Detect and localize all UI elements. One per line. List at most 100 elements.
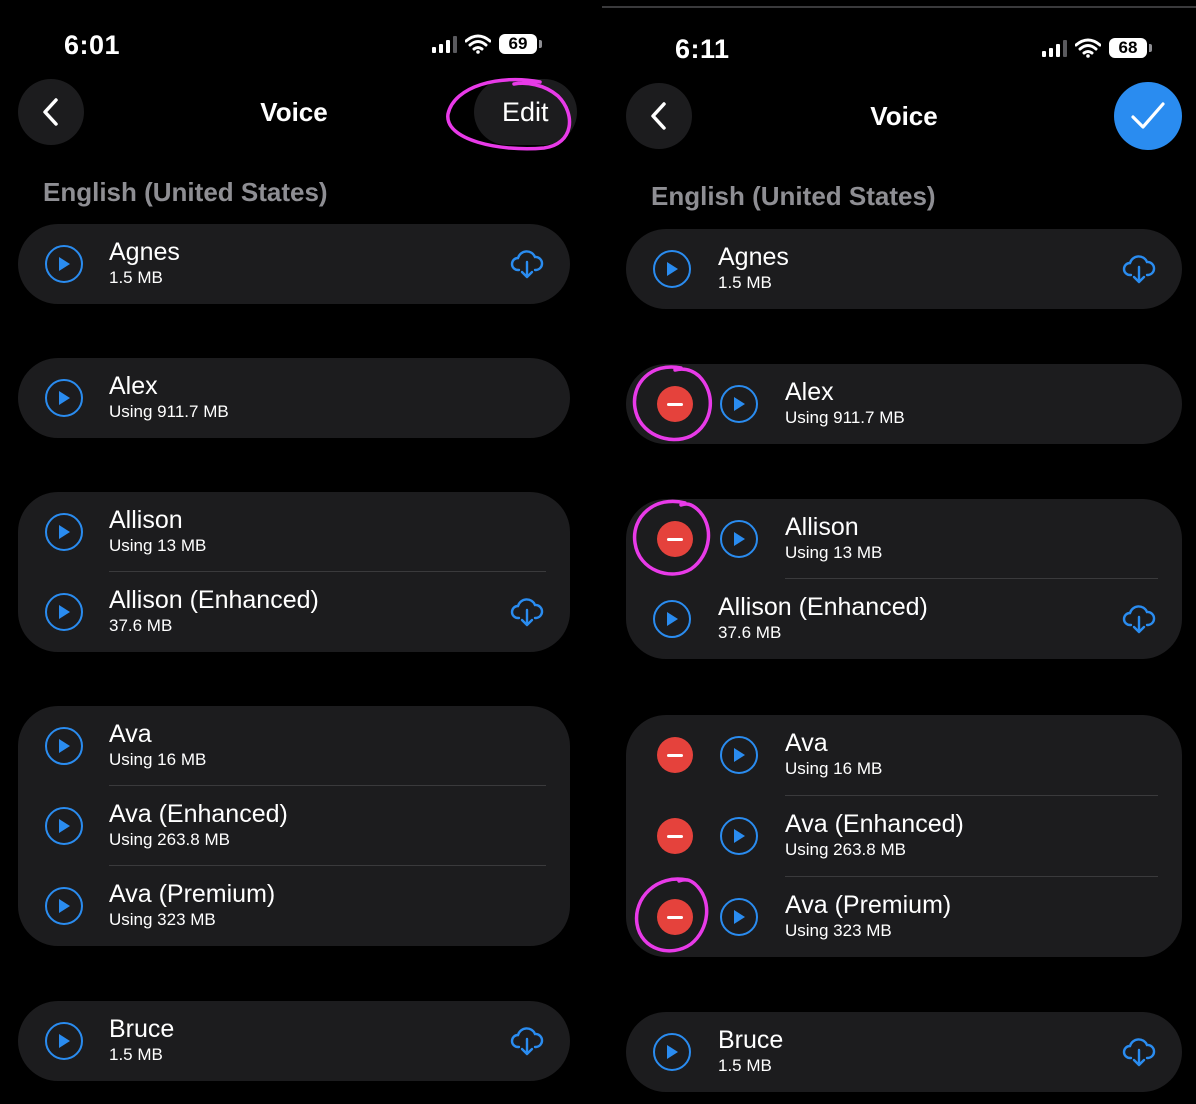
voice-size: Using 13 MB (785, 543, 883, 562)
voice-size: Using 263.8 MB (785, 840, 906, 859)
voice-group: Agnes 1.5 MB (18, 224, 570, 304)
voice-row-alex[interactable]: Alex Using 911.7 MB (626, 364, 1182, 444)
voice-group: Alex Using 911.7 MB (626, 364, 1182, 444)
status-time: 6:11 (675, 34, 730, 64)
chevron-left-icon (651, 102, 666, 130)
cloud-download-icon[interactable] (1122, 1034, 1156, 1068)
play-icon[interactable] (45, 513, 83, 551)
voice-size: 37.6 MB (718, 623, 782, 642)
voice-size: Using 13 MB (109, 536, 207, 555)
delete-button[interactable] (657, 521, 693, 557)
voice-size: Using 263.8 MB (109, 830, 230, 849)
voice-screen-normal: 6:01 69 Voice Edit English (United State… (0, 0, 592, 1104)
voice-group: Allison Using 13 MB Allison (Enhanced) 3… (18, 492, 570, 652)
play-icon[interactable] (45, 727, 83, 765)
back-button[interactable] (18, 79, 84, 145)
voice-name: Alex (109, 372, 158, 400)
battery-icon: 69 (499, 34, 542, 54)
voice-size: 1.5 MB (718, 273, 772, 292)
play-icon[interactable] (720, 520, 758, 558)
status-icons: 68 (1042, 38, 1152, 58)
edit-button[interactable]: Edit (474, 79, 577, 145)
page-title: Voice (870, 101, 938, 131)
play-icon[interactable] (653, 250, 691, 288)
delete-button[interactable] (657, 818, 693, 854)
voice-group: Ava Using 16 MB Ava (Enhanced) Using 263… (18, 706, 570, 946)
voice-name: Ava (109, 720, 152, 748)
delete-button[interactable] (657, 899, 693, 935)
play-icon[interactable] (45, 379, 83, 417)
play-icon[interactable] (720, 736, 758, 774)
voice-row-ava[interactable]: Ava Using 16 MB (18, 706, 570, 786)
voice-name: Agnes (109, 238, 180, 266)
battery-icon: 68 (1109, 38, 1152, 58)
voice-row-bruce[interactable]: Bruce 1.5 MB (18, 1001, 570, 1081)
voice-row-allison-enhanced[interactable]: Allison (Enhanced) 37.6 MB (626, 579, 1182, 659)
voice-size: Using 323 MB (109, 910, 216, 929)
voice-row-alex[interactable]: Alex Using 911.7 MB (18, 358, 570, 438)
voice-name: Alex (785, 378, 834, 406)
voice-name: Ava (Premium) (785, 891, 952, 919)
voice-row-allison-enhanced[interactable]: Allison (Enhanced) 37.6 MB (18, 572, 570, 652)
voice-group: Agnes 1.5 MB (626, 229, 1182, 309)
voice-group: Alex Using 911.7 MB (18, 358, 570, 438)
voice-name: Allison (Enhanced) (109, 586, 319, 614)
play-icon[interactable] (45, 245, 83, 283)
cloud-download-icon[interactable] (510, 1023, 544, 1057)
voice-name: Agnes (718, 243, 789, 271)
chevron-left-icon (43, 98, 58, 126)
page-title: Voice (260, 97, 328, 127)
voice-row-allison[interactable]: Allison Using 13 MB (626, 499, 1182, 579)
checkmark-icon (1131, 102, 1165, 129)
voice-name: Ava (785, 729, 828, 757)
voice-name: Allison (785, 513, 859, 541)
battery-level: 68 (1109, 38, 1147, 58)
voice-size: Using 16 MB (109, 750, 207, 769)
play-icon[interactable] (653, 600, 691, 638)
voice-row-ava-enhanced[interactable]: Ava (Enhanced) Using 263.8 MB (18, 786, 570, 866)
cellular-signal-icon (432, 35, 457, 53)
voice-row-agnes[interactable]: Agnes 1.5 MB (626, 229, 1182, 309)
cloud-download-icon[interactable] (1122, 251, 1156, 285)
voice-row-ava-enhanced[interactable]: Ava (Enhanced) Using 263.8 MB (626, 796, 1182, 876)
section-header: English (United States) (43, 177, 328, 207)
play-icon[interactable] (45, 887, 83, 925)
cloud-download-icon[interactable] (1122, 601, 1156, 635)
play-icon[interactable] (720, 898, 758, 936)
voice-name: Bruce (109, 1015, 175, 1043)
voice-name: Allison (Enhanced) (718, 593, 928, 621)
cloud-download-icon[interactable] (510, 246, 544, 280)
voice-size: Using 911.7 MB (785, 408, 905, 427)
play-icon[interactable] (720, 385, 758, 423)
back-button[interactable] (626, 83, 692, 149)
voice-size: 1.5 MB (109, 1045, 163, 1064)
voice-name: Allison (109, 506, 183, 534)
status-icons: 69 (432, 34, 542, 54)
voice-row-bruce[interactable]: Bruce 1.5 MB (626, 1012, 1182, 1092)
voice-name: Bruce (718, 1026, 784, 1054)
voice-name: Ava (Enhanced) (785, 810, 964, 838)
cloud-download-icon[interactable] (510, 594, 544, 628)
voice-size: Using 911.7 MB (109, 402, 229, 421)
section-header: English (United States) (651, 181, 936, 211)
wifi-icon (1075, 38, 1101, 58)
done-button[interactable] (1114, 82, 1182, 150)
play-icon[interactable] (45, 593, 83, 631)
delete-button[interactable] (657, 386, 693, 422)
play-icon[interactable] (653, 1033, 691, 1071)
delete-button[interactable] (657, 737, 693, 773)
voice-group: Bruce 1.5 MB (18, 1001, 570, 1081)
wifi-icon (465, 34, 491, 54)
voice-group: Ava Using 16 MB Ava (Enhanced) Using 263… (626, 715, 1182, 957)
play-icon[interactable] (45, 807, 83, 845)
voice-name: Ava (Premium) (109, 880, 276, 908)
voice-row-ava[interactable]: Ava Using 16 MB (626, 715, 1182, 795)
voice-size: 37.6 MB (109, 616, 173, 635)
play-icon[interactable] (720, 817, 758, 855)
voice-row-ava-premium[interactable]: Ava (Premium) Using 323 MB (626, 877, 1182, 957)
play-icon[interactable] (45, 1022, 83, 1060)
voice-size: Using 16 MB (785, 759, 883, 778)
voice-row-ava-premium[interactable]: Ava (Premium) Using 323 MB (18, 866, 570, 946)
voice-row-allison[interactable]: Allison Using 13 MB (18, 492, 570, 572)
voice-row-agnes[interactable]: Agnes 1.5 MB (18, 224, 570, 304)
